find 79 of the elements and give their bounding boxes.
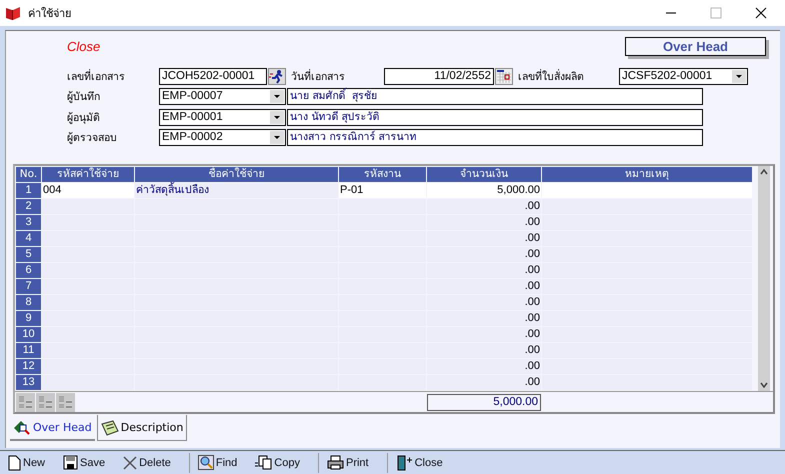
- row-number: 4: [16, 231, 41, 246]
- toolbar-button[interactable]: Close: [396, 454, 453, 470]
- order-number-dropdown[interactable]: JCSF5202-00001: [619, 68, 748, 84]
- toolbar-button[interactable]: Delete: [123, 456, 181, 470]
- floppy-icon: [63, 455, 78, 470]
- row-number: 8: [16, 295, 41, 310]
- table-cell: 5,000.00: [427, 183, 541, 198]
- date-field[interactable]: 11/02/2552: [384, 68, 494, 84]
- table-cell: .00: [427, 263, 541, 278]
- status-text: Close: [67, 39, 100, 54]
- row-number: 3: [16, 215, 41, 230]
- column-header: No.: [16, 167, 41, 182]
- row-number: 5: [16, 247, 41, 262]
- tab[interactable]: Description: [96, 415, 188, 441]
- calendar-icon[interactable]: [495, 68, 513, 84]
- table-cell: .00: [427, 279, 541, 294]
- toolbar-button[interactable]: New: [8, 454, 56, 470]
- row-number: 11: [16, 343, 41, 358]
- overhead-button[interactable]: Over Head: [625, 37, 766, 56]
- row-number: 2: [16, 199, 41, 214]
- table-cell: ค่าวัสดุสิ้นเปลือง: [135, 183, 338, 198]
- scroll-up-icon[interactable]: [759, 168, 769, 176]
- magnifier-icon: [198, 455, 214, 470]
- row-tool-icon[interactable]: [36, 392, 55, 412]
- close-icon[interactable]: [755, 7, 767, 19]
- toolbar-button[interactable]: Find: [198, 455, 248, 470]
- table-cell: .00: [427, 327, 541, 342]
- door-exit-icon: [396, 454, 413, 470]
- employee-name-field: นาง นัทวดี สุประวัติ: [287, 108, 703, 126]
- scrollbar[interactable]: [758, 166, 770, 392]
- field-label: เลขที่เอกสาร: [67, 68, 126, 84]
- toolbar-button[interactable]: Print: [326, 455, 379, 470]
- table-cell: .00: [427, 295, 541, 310]
- window-title: ค่าใช้จ่าย: [28, 6, 71, 22]
- employee-name-field: นาย สมศักดิ์ สุรชัย: [287, 88, 703, 105]
- table-cell: .00: [427, 215, 541, 230]
- table-cell: 004: [42, 183, 134, 198]
- table-cell: .00: [427, 311, 541, 326]
- runner-icon[interactable]: [268, 68, 286, 84]
- printer-icon: [326, 455, 344, 470]
- row-number: 1: [16, 183, 41, 198]
- table-cell: .00: [427, 199, 541, 214]
- column-header: รหัสงาน: [339, 167, 426, 182]
- column-header: จำนวนเงิน: [427, 167, 541, 182]
- table-cell: .00: [427, 359, 541, 374]
- doc-number-field[interactable]: JCOH5202-00001: [159, 68, 267, 84]
- employee-dropdown[interactable]: EMP-00001: [159, 108, 286, 126]
- row-number: 13: [16, 375, 41, 390]
- column-header: รหัสค่าใช้จ่าย: [42, 167, 134, 182]
- employee-name-field: นางสาว กรรณิการ์ สารนาท: [287, 129, 703, 146]
- row-tool-icon[interactable]: [16, 392, 35, 412]
- table-cell: P-01: [339, 183, 426, 198]
- row-number: 6: [16, 263, 41, 278]
- note-icon: [100, 420, 119, 436]
- table-cell: .00: [427, 375, 541, 390]
- table-cell: .00: [427, 247, 541, 262]
- toolbar-button[interactable]: Save: [63, 455, 116, 470]
- employee-dropdown[interactable]: EMP-00002: [159, 129, 286, 146]
- column-header: หมายเหตุ: [542, 167, 752, 182]
- toolbar-button[interactable]: Copy: [255, 455, 310, 470]
- field-label: ผู้อนุมัติ: [67, 110, 101, 126]
- row-number: 10: [16, 327, 41, 342]
- field-label: ผู้บันทึก: [67, 90, 101, 105]
- delete-icon: [123, 456, 138, 470]
- row-number: 7: [16, 279, 41, 294]
- row-number: 12: [16, 359, 41, 374]
- employee-dropdown[interactable]: EMP-00007: [159, 88, 286, 105]
- field-label: เลขที่ใบสั่งผลิต: [517, 68, 585, 84]
- scroll-down-icon[interactable]: [759, 381, 769, 390]
- row-number: 9: [16, 311, 41, 326]
- field-label: วันที่เอกสาร: [290, 68, 346, 84]
- table-cell: .00: [427, 231, 541, 246]
- column-header: ชื่อค่าใช้จ่าย: [135, 167, 338, 182]
- row-tool-icon[interactable]: [56, 392, 75, 412]
- document-icon: [8, 454, 21, 470]
- table-cell: .00: [427, 343, 541, 358]
- total-field: 5,000.00: [427, 394, 541, 411]
- copy-icon: [255, 455, 272, 470]
- field-label: ผู้ตรวจสอบ: [67, 131, 118, 146]
